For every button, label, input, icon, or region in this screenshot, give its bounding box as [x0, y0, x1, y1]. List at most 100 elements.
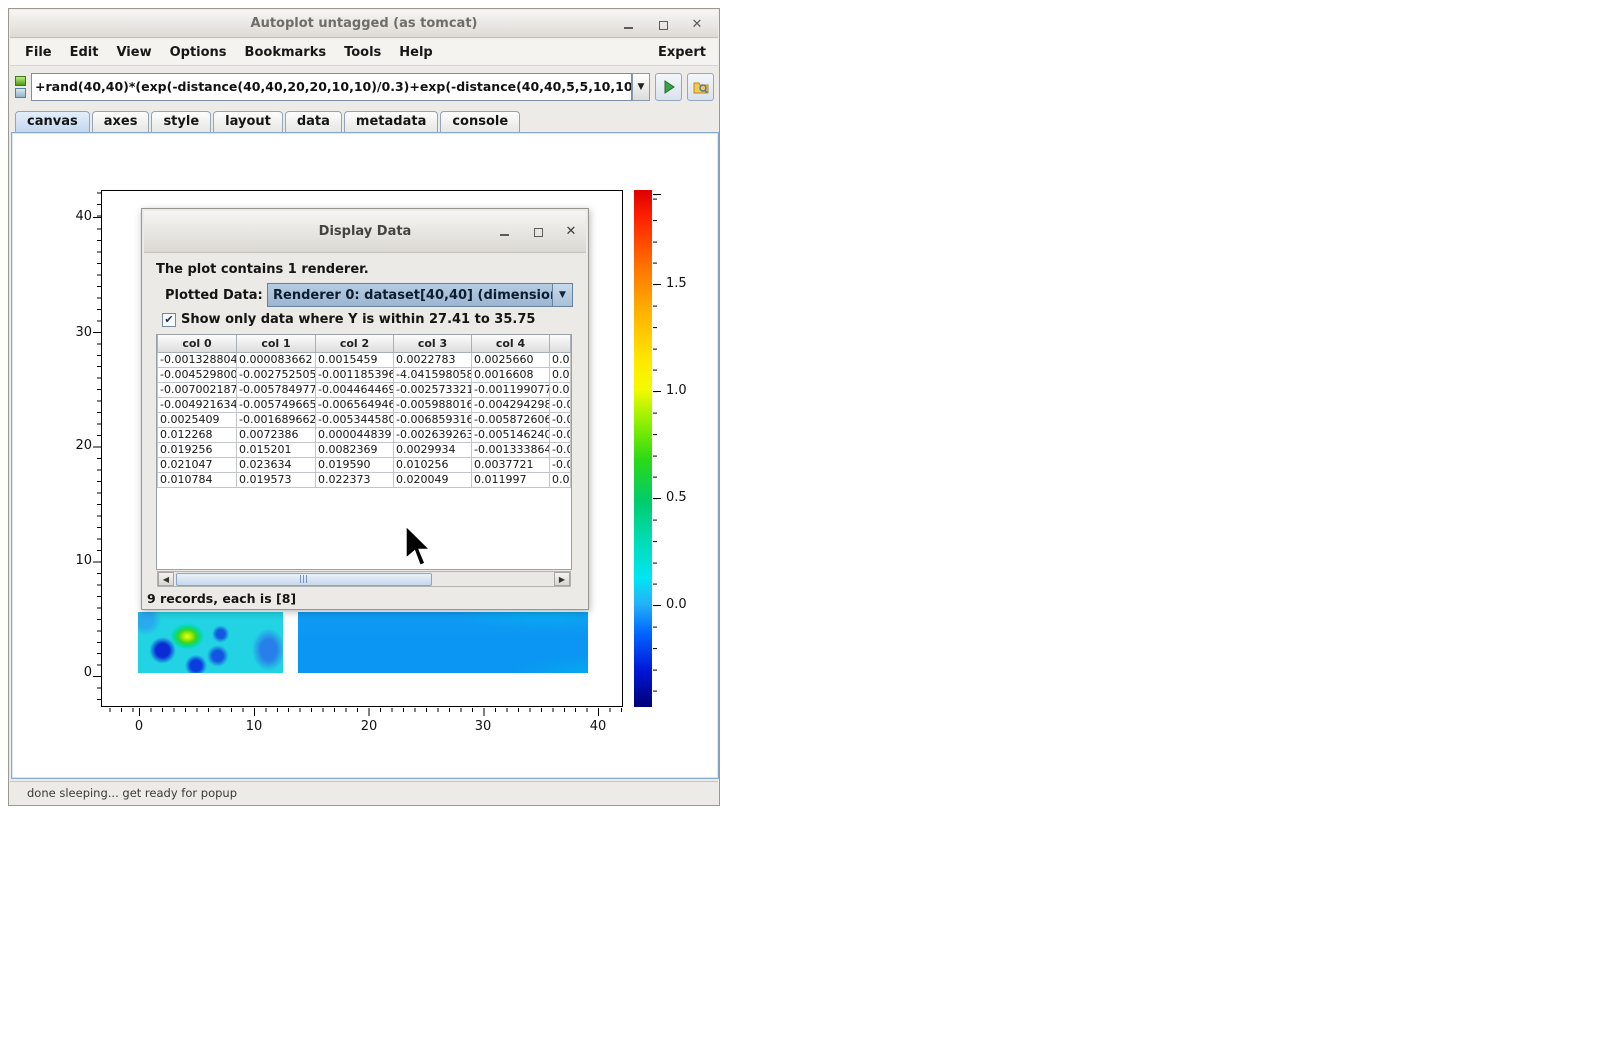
- plotted-data-label: Plotted Data:: [165, 288, 263, 303]
- column-header[interactable]: [550, 335, 571, 352]
- plotted-data-value: Renderer 0: dataset[40,40] (dimension...: [268, 288, 552, 303]
- y-axis-minor-ticks: [97, 190, 101, 708]
- plot-canvas[interactable]: 40 30 20 10 0 0 10 20 30 40 1.5 1.0 0.5 …: [11, 132, 719, 779]
- x-tick-label: 20: [352, 719, 386, 734]
- tab-metadata[interactable]: metadata: [344, 111, 438, 132]
- table-cell: -0.001333864...: [472, 442, 550, 457]
- table-cell: -0.001689662...: [237, 412, 316, 427]
- green-led-icon: [15, 76, 26, 86]
- table-row[interactable]: 0.0025409-0.001689662...-0.005344580...-…: [158, 412, 571, 427]
- menu-view[interactable]: View: [107, 41, 160, 64]
- data-table-scrollpane[interactable]: col 0col 1col 2col 3col 4-0.001328804...…: [156, 334, 572, 570]
- filter-checkbox-label: Show only data where Y is within 27.41 t…: [181, 312, 535, 327]
- dialog-titlebar[interactable]: Display Data ✕: [144, 211, 586, 253]
- status-message: done sleeping... get ready for popup: [27, 786, 237, 800]
- close-button[interactable]: ✕: [689, 17, 705, 33]
- display-data-dialog: Display Data ✕ The plot contains 1 rende…: [141, 208, 589, 610]
- play-icon: [662, 80, 676, 94]
- table-cell: -0.0: [550, 397, 571, 412]
- horizontal-scrollbar[interactable]: ◀ ▶: [157, 571, 571, 587]
- table-cell: 0.00: [550, 382, 571, 397]
- arrow-right-icon: ▶: [559, 575, 565, 584]
- table-cell: 0.000083662: [237, 352, 316, 367]
- mouse-cursor: [401, 523, 435, 571]
- table-row[interactable]: -0.004921634...-0.005749665...-0.0065649…: [158, 397, 571, 412]
- table-cell: 0.0022783: [394, 352, 472, 367]
- colorbar-tick-label: 1.0: [666, 383, 700, 398]
- colorbar[interactable]: [634, 190, 652, 707]
- dialog-close-button[interactable]: ✕: [563, 224, 579, 240]
- table-row[interactable]: 0.0192560.0152010.00823690.0029934-0.001…: [158, 442, 571, 457]
- y-tick-label: 20: [48, 438, 92, 453]
- maximize-icon: [659, 21, 668, 30]
- scroll-left-button[interactable]: ◀: [158, 572, 174, 586]
- tab-console[interactable]: console: [440, 111, 520, 132]
- data-table: col 0col 1col 2col 3col 4-0.001328804...…: [157, 335, 571, 488]
- table-cell: -0.001185396...: [316, 367, 394, 382]
- menu-file[interactable]: File: [16, 41, 61, 64]
- minimize-icon: [500, 228, 509, 236]
- tab-axes[interactable]: axes: [92, 111, 150, 132]
- table-cell: -0.004529800...: [158, 367, 237, 382]
- spectrogram-fragment-left: [138, 612, 283, 673]
- minimize-button[interactable]: [620, 17, 636, 33]
- plotted-data-select[interactable]: Renderer 0: dataset[40,40] (dimension...…: [267, 283, 573, 307]
- scroll-right-button[interactable]: ▶: [554, 572, 570, 586]
- chevron-down-icon: ▼: [638, 82, 645, 92]
- tab-bar: canvas axes style layout data metadata c…: [10, 110, 718, 132]
- scrollbar-thumb[interactable]: [176, 573, 432, 586]
- table-cell: -0.005988016...: [394, 397, 472, 412]
- table-cell: -0.004294298...: [472, 397, 550, 412]
- column-header[interactable]: col 3: [394, 335, 472, 352]
- go-button[interactable]: [655, 73, 682, 101]
- table-cell: -0.004464469...: [316, 382, 394, 397]
- table-cell: 0.00: [550, 352, 571, 367]
- table-cell: -0.002639263...: [394, 427, 472, 442]
- tab-layout[interactable]: layout: [213, 111, 283, 132]
- table-cell: 0.019256: [158, 442, 237, 457]
- tab-style[interactable]: style: [151, 111, 211, 132]
- table-cell: 0.015201: [237, 442, 316, 457]
- table-cell: -0.0: [550, 427, 571, 442]
- table-cell: -0.007002187...: [158, 382, 237, 397]
- column-header[interactable]: col 4: [472, 335, 550, 352]
- column-header[interactable]: col 0: [158, 335, 237, 352]
- dialog-minimize-button[interactable]: [496, 224, 512, 240]
- table-row[interactable]: -0.007002187...-0.005784977...-0.0044644…: [158, 382, 571, 397]
- table-cell: 0.0015459: [316, 352, 394, 367]
- menu-help[interactable]: Help: [390, 41, 441, 64]
- colorbar-minor-ticks: [653, 190, 657, 708]
- y-tick-label: 40: [48, 209, 92, 224]
- table-row[interactable]: -0.004529800...-0.002752505...-0.0011853…: [158, 367, 571, 382]
- inspect-uri-button[interactable]: [687, 73, 714, 101]
- table-cell: -0.004921634...: [158, 397, 237, 412]
- menu-options[interactable]: Options: [161, 41, 236, 64]
- tab-data[interactable]: data: [285, 111, 342, 132]
- menu-tools[interactable]: Tools: [335, 41, 390, 64]
- uri-dropdown-button[interactable]: ▼: [632, 73, 650, 101]
- table-cell: 0.011997: [472, 472, 550, 487]
- table-row[interactable]: 0.0107840.0195730.0223730.0200490.011997…: [158, 472, 571, 487]
- maximize-button[interactable]: [655, 17, 671, 33]
- table-cell: -0.005872606...: [472, 412, 550, 427]
- dialog-maximize-button[interactable]: [530, 224, 546, 240]
- table-cell: -0.001328804...: [158, 352, 237, 367]
- y-tick-label: 10: [48, 553, 92, 568]
- menu-edit[interactable]: Edit: [61, 41, 108, 64]
- table-row[interactable]: 0.0122680.00723860.000044839-0.002639263…: [158, 427, 571, 442]
- filter-checkbox[interactable]: ✔: [162, 313, 176, 327]
- column-header[interactable]: col 2: [316, 335, 394, 352]
- table-cell: -0.005784977...: [237, 382, 316, 397]
- table-row[interactable]: -0.001328804...0.0000836620.00154590.002…: [158, 352, 571, 367]
- folder-magnifier-icon: [693, 80, 709, 94]
- column-header[interactable]: col 1: [237, 335, 316, 352]
- uri-input[interactable]: +rand(40,40)*(exp(-distance(40,40,20,20,…: [31, 73, 632, 101]
- window-titlebar[interactable]: Autoplot untagged (as tomcat) ✕: [10, 10, 718, 38]
- records-summary: 9 records, each is [8]: [147, 591, 296, 606]
- expert-mode-label[interactable]: Expert: [658, 45, 706, 60]
- menu-bookmarks[interactable]: Bookmarks: [236, 41, 336, 64]
- table-cell: -0.006564946...: [316, 397, 394, 412]
- autoplot-window: Autoplot untagged (as tomcat) ✕ File Edi…: [8, 8, 720, 806]
- table-row[interactable]: 0.0210470.0236340.0195900.0102560.003772…: [158, 457, 571, 472]
- tab-canvas[interactable]: canvas: [15, 111, 90, 132]
